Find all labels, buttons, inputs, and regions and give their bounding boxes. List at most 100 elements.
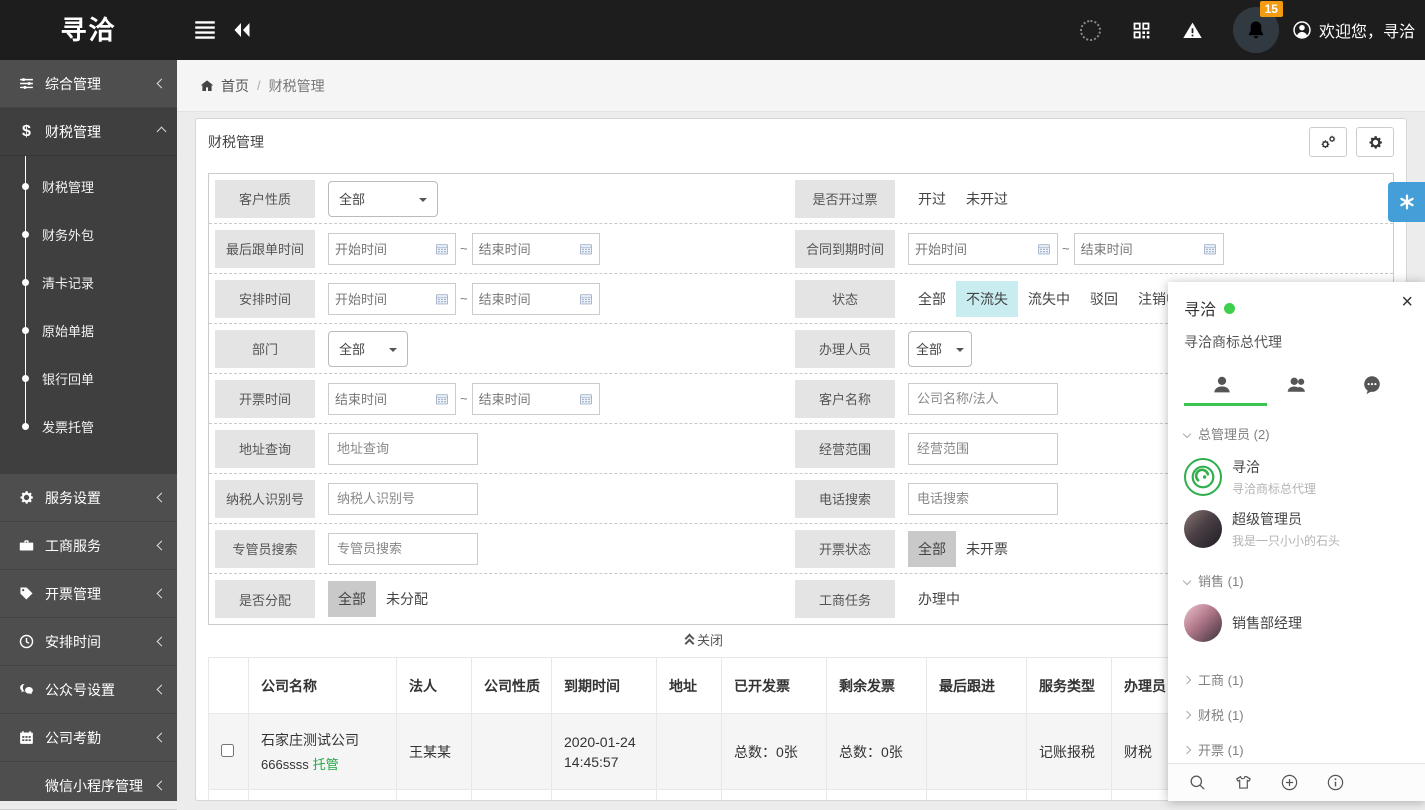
settings-button[interactable]	[1356, 127, 1394, 157]
status-option-not-lost[interactable]: 不流失	[956, 281, 1018, 317]
submenu-item-original-documents[interactable]: 原始单据	[0, 306, 177, 354]
close-icon[interactable]: ×	[1401, 292, 1413, 312]
invoice-status-option-all[interactable]: 全部	[908, 531, 956, 567]
business-task-option-processing[interactable]: 办理中	[908, 581, 970, 617]
sidebar-item-official-account[interactable]: 公众号设置	[0, 666, 177, 714]
breadcrumb-home[interactable]: 首页	[221, 76, 249, 96]
assigned-option-all[interactable]: 全部	[328, 581, 376, 617]
submenu-item-invoice-custody[interactable]: 发票托管	[0, 402, 177, 450]
invoice-time-end-input[interactable]: 结束时间	[472, 383, 600, 415]
customer-name-input[interactable]	[908, 383, 1058, 415]
cell-invoiced: 总数：0张	[722, 714, 827, 790]
status-option-losing[interactable]: 流失中	[1018, 281, 1080, 317]
sidebar-item-schedule[interactable]: 安排时间	[0, 618, 177, 666]
double-up-chevron-icon	[685, 635, 695, 647]
group-business[interactable]: 工商 (1)	[1168, 662, 1425, 697]
chat-launcher-button[interactable]	[1388, 182, 1425, 222]
member-sales-manager[interactable]: 销售部经理	[1168, 598, 1425, 648]
calendar-icon	[579, 292, 593, 306]
bell-icon	[1244, 18, 1268, 42]
person-icon	[1211, 374, 1233, 396]
sidebar-item-invoicing[interactable]: 开票管理	[0, 570, 177, 618]
gear-icon	[18, 489, 35, 506]
contract-expire-start-input[interactable]: 开始时间	[908, 233, 1058, 265]
filter-label-contract-expire: 合同到期时间	[795, 230, 895, 268]
tab-messages[interactable]	[1334, 364, 1409, 406]
snowflake-icon	[1398, 193, 1416, 211]
user-menu[interactable]: 欢迎您，寻洽	[1291, 18, 1415, 42]
user-icon	[1291, 19, 1313, 41]
chat-subtitle: 寻洽商标总代理	[1184, 332, 1409, 352]
sidebar-toggle-icon[interactable]	[192, 17, 218, 43]
handler-select[interactable]: 全部	[908, 331, 972, 367]
qr-code-icon[interactable]	[1131, 20, 1152, 41]
contract-expire-end-input[interactable]: 结束时间	[1074, 233, 1224, 265]
calendar-icon	[435, 242, 449, 256]
collapse-filters-link[interactable]: 关闭	[196, 629, 1212, 653]
shirt-icon[interactable]	[1234, 773, 1253, 792]
warning-icon[interactable]	[1182, 20, 1203, 41]
submenu-item-bank-receipts[interactable]: 银行回单	[0, 354, 177, 402]
filter-label-taxpayer-id: 纳税人识别号	[215, 480, 315, 518]
assigned-option-unassigned[interactable]: 未分配	[376, 581, 438, 617]
customer-nature-select[interactable]: 全部	[328, 181, 438, 217]
last-follow-start-input[interactable]: 开始时间	[328, 233, 456, 265]
cell-company-nature	[472, 714, 552, 790]
invoiced-before-option-no[interactable]: 未开过	[956, 181, 1018, 217]
phone-search-input[interactable]	[908, 483, 1058, 515]
department-select[interactable]: 全部	[328, 331, 408, 367]
arrange-end-input[interactable]: 结束时间	[472, 283, 600, 315]
sidebar-item-mini-program[interactable]: 微信小程序管理	[0, 762, 177, 810]
taxpayer-id-input[interactable]	[328, 483, 478, 515]
info-circle-icon[interactable]	[1326, 773, 1345, 792]
invoiced-before-option-yes[interactable]: 开过	[908, 181, 956, 217]
calendar-icon	[579, 242, 593, 256]
sidebar-item-comprehensive[interactable]: 综合管理	[0, 60, 177, 108]
col-company-nature: 公司性质	[472, 658, 552, 714]
calendar-icon	[435, 392, 449, 406]
group-super-admins[interactable]: 总管理员 (2)	[1168, 416, 1425, 451]
group-invoicing[interactable]: 开票 (1)	[1168, 732, 1425, 767]
supervisor-search-input[interactable]	[328, 533, 478, 565]
filter-label-phone-search: 电话搜索	[795, 480, 895, 518]
double-back-icon[interactable]	[230, 18, 254, 42]
invoice-time-start-input[interactable]: 结束时间	[328, 383, 456, 415]
submenu-item-card-clear-records[interactable]: 清卡记录	[0, 258, 177, 306]
logo-swirl-icon	[1190, 464, 1216, 490]
sidebar-item-finance-tax[interactable]: $ 财税管理	[0, 108, 177, 156]
arrange-start-input[interactable]: 开始时间	[328, 283, 456, 315]
group-finance-tax[interactable]: 财税 (1)	[1168, 697, 1425, 732]
chevron-left-icon	[157, 541, 167, 551]
group-sales[interactable]: 销售 (1)	[1168, 563, 1425, 598]
loading-spinner-icon	[1080, 20, 1101, 41]
last-follow-end-input[interactable]: 结束时间	[472, 233, 600, 265]
sidebar-item-attendance[interactable]: 公司考勤	[0, 714, 177, 762]
tab-contacts[interactable]	[1184, 364, 1259, 406]
col-service-type: 服务类型	[1027, 658, 1112, 714]
column-settings-button[interactable]	[1309, 127, 1347, 157]
chat-bubble-icon	[1361, 374, 1383, 396]
custody-tag: 托管	[313, 757, 339, 772]
search-icon[interactable]	[1188, 773, 1207, 792]
filter-label-customer-name: 客户名称	[795, 380, 895, 418]
tab-groups[interactable]	[1259, 364, 1334, 406]
plus-circle-icon[interactable]	[1280, 773, 1299, 792]
app-logo[interactable]: 寻洽	[0, 0, 177, 60]
sidebar-item-business-services[interactable]: 工商服务	[0, 522, 177, 570]
status-option-all[interactable]: 全部	[908, 281, 956, 317]
cell-expire: 2020-01-24 14:45:57	[552, 714, 657, 790]
invoice-status-option-none[interactable]: 未开票	[956, 531, 1018, 567]
status-option-rejected[interactable]: 驳回	[1080, 281, 1128, 317]
notifications-button[interactable]: 15	[1233, 7, 1279, 53]
member-xunqia[interactable]: 寻洽 寻洽商标总代理	[1168, 451, 1425, 503]
address-query-input[interactable]	[328, 433, 478, 465]
row-checkbox[interactable]	[221, 744, 234, 757]
business-scope-input[interactable]	[908, 433, 1058, 465]
avatar	[1184, 458, 1222, 496]
page-title: 财税管理	[208, 132, 1300, 152]
chevron-left-icon	[157, 637, 167, 647]
member-super-admin[interactable]: 超级管理员 我是一只小小的石头	[1168, 503, 1425, 555]
sidebar-item-service-settings[interactable]: 服务设置	[0, 474, 177, 522]
submenu-item-finance-outsourcing[interactable]: 财务外包	[0, 210, 177, 258]
submenu-item-finance-tax[interactable]: 财税管理	[0, 162, 177, 210]
